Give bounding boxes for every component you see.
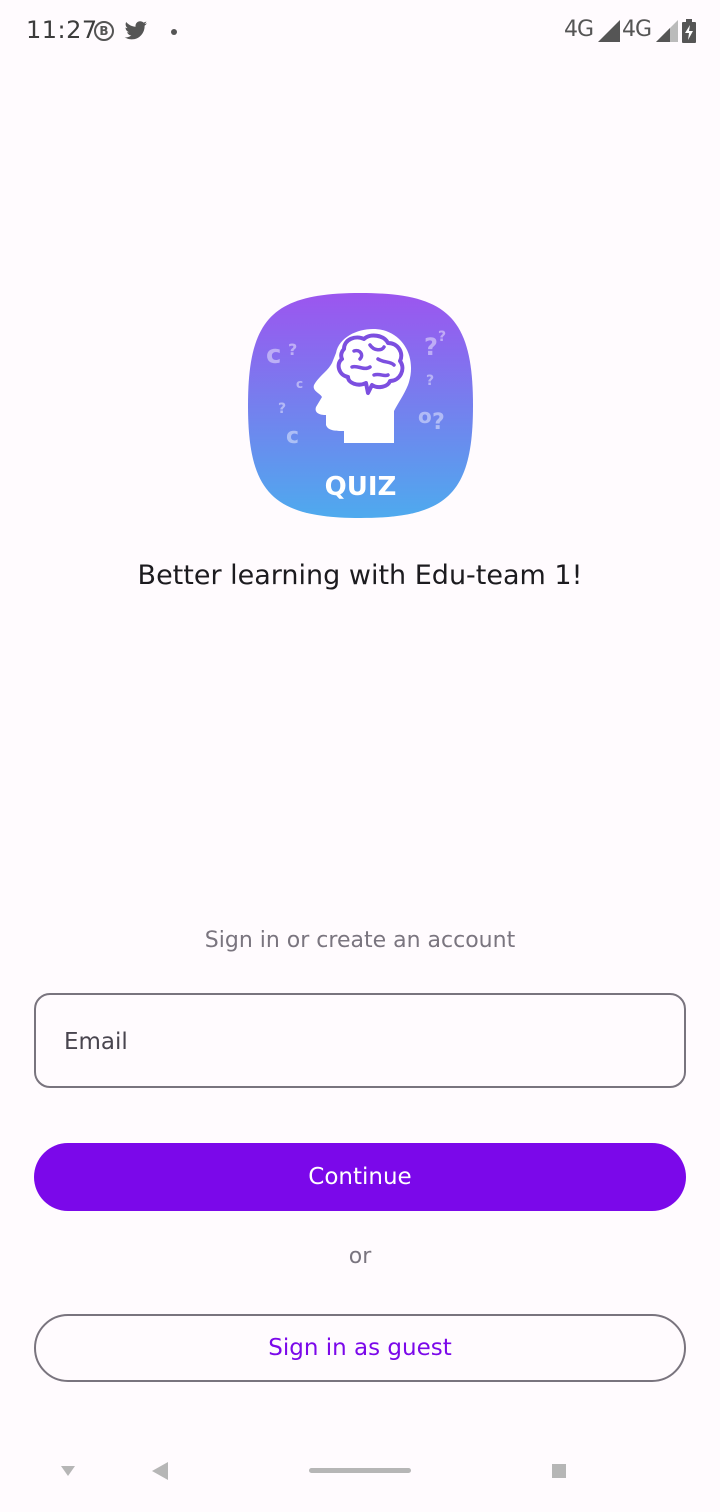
signal-icon [598, 20, 620, 42]
battery-charging-icon [682, 19, 696, 43]
twitter-icon [124, 21, 147, 40]
svg-text:c: c [286, 424, 299, 449]
network-label-2: 4G [622, 17, 652, 42]
logo-label: QUIZ [325, 472, 397, 502]
continue-button[interactable]: Continue [34, 1143, 686, 1211]
network-label-1: 4G [564, 17, 594, 42]
back-icon[interactable] [152, 1462, 168, 1480]
svg-text:?: ? [288, 340, 297, 359]
or-divider-label: or [348, 1244, 372, 1269]
svg-text:?: ? [432, 410, 445, 435]
signal-icon-2 [656, 20, 678, 42]
nav-down-icon[interactable] [61, 1466, 75, 1476]
status-bar: 11:27 B 4G 4G [0, 0, 720, 64]
home-pill[interactable] [309, 1468, 411, 1473]
email-field[interactable] [34, 993, 686, 1088]
email-input[interactable] [62, 995, 656, 1088]
quiz-app-logo: c ? ? ? ? c o ? ? c QUIZ [248, 293, 473, 518]
svg-text:c: c [266, 340, 281, 370]
svg-text:?: ? [278, 401, 286, 417]
svg-text:c: c [296, 377, 303, 391]
tagline: Better learning with Edu-team 1! [137, 560, 583, 591]
svg-text:?: ? [426, 373, 434, 389]
sign-in-as-guest-button[interactable]: Sign in as guest [34, 1314, 686, 1382]
signin-hint: Sign in or create an account [204, 928, 516, 953]
svg-text:?: ? [438, 329, 446, 345]
notification-dot-icon [171, 29, 177, 35]
recents-icon[interactable] [552, 1464, 566, 1478]
b-badge-icon: B [94, 21, 114, 41]
navigation-bar [0, 1440, 720, 1512]
status-time: 11:27 [26, 16, 98, 44]
svg-text:o: o [418, 404, 432, 428]
svg-text:?: ? [424, 333, 438, 361]
